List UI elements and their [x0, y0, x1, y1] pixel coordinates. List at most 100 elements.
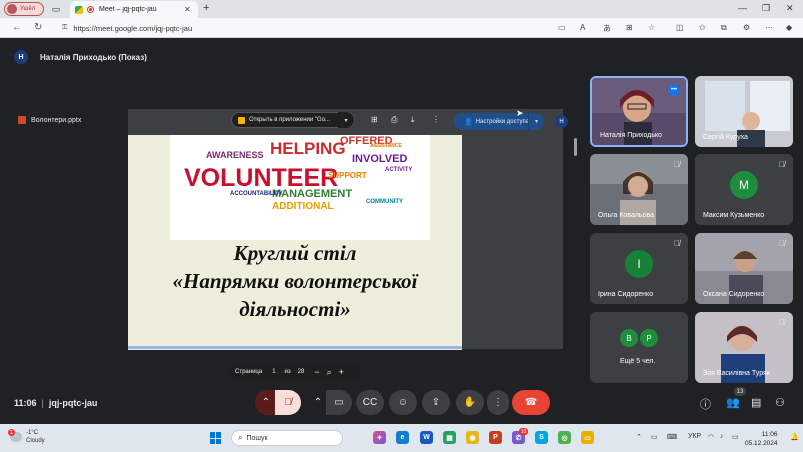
viber-notification-badge: 10: [519, 428, 528, 435]
cloud-word: COMMUNITY: [366, 199, 403, 205]
page-number-input[interactable]: 1: [272, 369, 275, 375]
access-settings-dropdown[interactable]: ▾: [528, 113, 544, 130]
collections-icon[interactable]: ⧉: [721, 23, 727, 33]
translate-icon[interactable]: あ: [603, 23, 611, 34]
profile-button[interactable]: Ушёл: [4, 2, 44, 16]
camera-toggle-button[interactable]: ▭: [326, 390, 352, 415]
notifications-icon[interactable]: 🔔: [790, 433, 799, 441]
meeting-details-icon[interactable]: ⓘ: [700, 396, 711, 412]
present-screen-button[interactable]: ⇪: [422, 390, 450, 415]
favorites-icon[interactable]: ✩: [699, 23, 706, 32]
participant-tile[interactable]: 🎙̸ Ольга Ковальова: [590, 154, 688, 225]
presenter-avatar: Н: [14, 50, 28, 64]
close-window-icon[interactable]: ✕: [786, 3, 794, 14]
mic-muted-icon: 🎙̸: [779, 160, 785, 169]
video-options-button[interactable]: ⌃: [308, 390, 328, 415]
powerpoint-app-icon[interactable]: P: [489, 431, 502, 444]
chrome-app-icon-2[interactable]: ◎: [558, 431, 571, 444]
taskbar-search[interactable]: ⌕ Пошук: [231, 430, 343, 446]
meet-window: Н Наталія Приходько (Показ) Волонтери.pp…: [0, 38, 803, 424]
more-options-button[interactable]: ⋮: [487, 390, 509, 415]
skype-app-icon[interactable]: S: [535, 431, 548, 444]
volume-icon[interactable]: ♪: [720, 433, 724, 440]
user-avatar[interactable]: Н: [555, 115, 568, 128]
open-in-app-button[interactable]: Открыть в приложении "Go...: [231, 112, 355, 128]
emoji-reactions-button[interactable]: ☺: [389, 390, 417, 415]
presenter-title: Наталія Приходько (Показ): [40, 52, 147, 62]
participant-name: Максим Кузьменко: [703, 212, 765, 219]
captions-button[interactable]: CC: [356, 390, 384, 415]
participant-tile[interactable]: 🎙̸ Оксана Сидоренко: [695, 233, 793, 304]
participant-avatar: Р: [640, 329, 658, 347]
presentation-scrollbar[interactable]: [574, 138, 577, 156]
split-screen-icon[interactable]: ◫: [676, 23, 684, 32]
slide-title-line-3: діяльності»: [239, 297, 351, 321]
presenter-bar: Н Наталія Приходько (Показ): [14, 50, 147, 64]
edge-app-icon[interactable]: e: [396, 431, 409, 444]
mic-toggle-button[interactable]: 🎙̸: [275, 390, 301, 415]
tab-title: Meet – jqj-pqtc-jau: [99, 6, 157, 13]
tab-actions-icon[interactable]: ▭: [50, 3, 62, 15]
word-app-icon[interactable]: W: [420, 431, 433, 444]
download-icon[interactable]: ⤓: [411, 115, 415, 125]
chat-icon[interactable]: ▤: [751, 396, 761, 409]
copilot-icon[interactable]: ◆: [786, 23, 792, 32]
reload-icon[interactable]: ↻: [34, 22, 42, 33]
sheets-app-icon[interactable]: ▦: [443, 431, 456, 444]
wifi-icon[interactable]: ◠: [708, 433, 714, 441]
weather-alert-badge: 1: [8, 429, 15, 436]
open-in-app-dropdown[interactable]: ▾: [338, 112, 354, 128]
more-menu-icon[interactable]: ⋯: [765, 23, 773, 32]
keyboard-icon[interactable]: ⌨: [667, 433, 677, 441]
raise-hand-button[interactable]: ✋: [456, 390, 484, 415]
search-icon: ⌕: [238, 433, 243, 442]
zoom-in-button[interactable]: +: [339, 367, 344, 377]
show-hidden-icons[interactable]: ⌃: [636, 433, 642, 441]
meeting-info: 11:06 | jqj-pqtc-jau: [14, 398, 97, 408]
read-aloud-icon[interactable]: A: [580, 23, 585, 32]
chrome-app-icon[interactable]: ◉: [466, 431, 479, 444]
extension-icon[interactable]: ⚙: [743, 23, 750, 32]
back-icon[interactable]: ←: [12, 22, 22, 33]
new-tab-icon[interactable]: +: [203, 2, 209, 14]
system-clock[interactable]: 11:06 05.12.2024: [745, 430, 778, 448]
add-comment-icon[interactable]: ⊞: [371, 115, 378, 124]
language-indicator[interactable]: УКР: [688, 433, 701, 440]
battery-icon[interactable]: ▭: [732, 433, 739, 441]
tab-close-icon[interactable]: ✕: [184, 5, 191, 14]
browser-tab-bar: Ушёл ▭ Meet – jqj-pqtc-jau ✕ + — ❐ ✕: [0, 0, 803, 18]
app-available-icon[interactable]: ⊞: [626, 23, 633, 32]
leave-call-button[interactable]: ☎: [512, 390, 550, 415]
zoom-out-button[interactable]: −: [314, 367, 319, 377]
search-zoom-icon[interactable]: ⌕: [327, 367, 332, 378]
minimize-icon[interactable]: —: [738, 3, 747, 13]
weather-widget[interactable]: 1 -1°C Cloudy: [8, 429, 45, 445]
participant-tile[interactable]: В Р Ещё 5 чел.: [590, 312, 688, 383]
site-info-icon[interactable]: ⚿: [62, 24, 67, 32]
meet-tray-icon[interactable]: ▭: [651, 433, 658, 441]
participant-tile[interactable]: І 🎙̸ Ірина Сидоренко: [590, 233, 688, 304]
copilot-app-icon[interactable]: ✦: [373, 431, 386, 444]
participant-name: Зоя Василівна Туряк: [703, 370, 770, 377]
participant-tile[interactable]: 🎙̸ Сергій Куруха: [695, 76, 793, 147]
more-options-icon[interactable]: •••: [668, 84, 680, 96]
print-icon[interactable]: ⎙: [391, 115, 397, 125]
cast-icon[interactable]: ▭: [558, 23, 566, 32]
file-explorer-icon[interactable]: ▭: [581, 431, 594, 444]
profile-avatar: [7, 4, 17, 14]
profile-label: Ушёл: [20, 6, 36, 12]
participant-tile[interactable]: 🎙̸ Зоя Василівна Туряк: [695, 312, 793, 383]
people-icon[interactable]: 👥: [726, 396, 740, 409]
participant-tile[interactable]: М 🎙̸ Максим Кузьменко: [695, 154, 793, 225]
access-settings-button[interactable]: 👤 Настройки доступа ▾: [454, 113, 544, 130]
audio-options-button[interactable]: ⌃: [255, 390, 277, 415]
favorite-star-icon[interactable]: ☆: [648, 23, 655, 32]
activities-icon[interactable]: ⚇: [775, 396, 785, 409]
participant-tile[interactable]: ••• Наталія Приходько: [590, 76, 688, 147]
more-actions-icon[interactable]: ⋮: [432, 115, 440, 124]
participant-name: Ольга Ковальова: [598, 212, 654, 219]
participant-avatar: М: [730, 171, 758, 199]
start-button[interactable]: [210, 432, 222, 444]
tab-meet[interactable]: Meet – jqj-pqtc-jau ✕: [70, 1, 198, 18]
maximize-icon[interactable]: ❐: [762, 3, 770, 14]
